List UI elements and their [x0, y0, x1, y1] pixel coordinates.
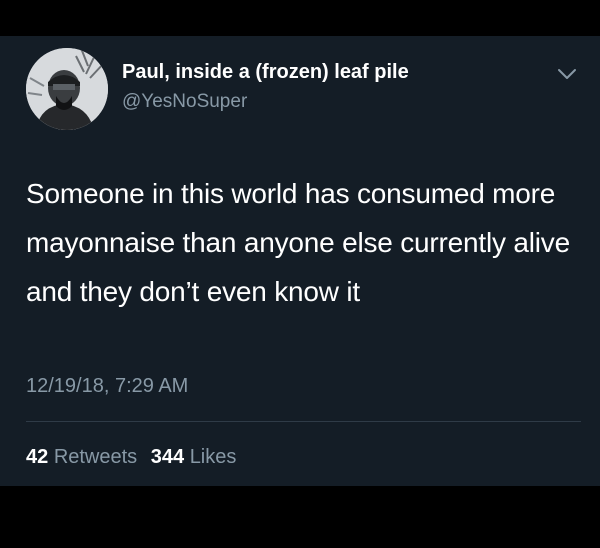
engagement-stats: 42 Retweets 344 Likes: [26, 446, 236, 469]
retweets-count: 42: [26, 446, 49, 468]
retweets-stat[interactable]: 42 Retweets: [26, 446, 137, 469]
tweet-timestamp[interactable]: 12/19/18, 7:29 AM: [26, 375, 188, 398]
likes-count: 344: [150, 446, 185, 468]
avatar-image: [26, 48, 108, 130]
likes-label: Likes: [189, 446, 237, 468]
screenshot-frame: Paul, inside a (frozen) leaf pile @YesNo…: [0, 0, 600, 548]
avatar[interactable]: [26, 48, 108, 130]
likes-stat[interactable]: 344 Likes: [151, 446, 237, 469]
divider: [26, 421, 581, 422]
user-handle[interactable]: @YesNoSuper: [122, 91, 247, 113]
tweet-card: Paul, inside a (frozen) leaf pile @YesNo…: [0, 36, 600, 486]
display-name[interactable]: Paul, inside a (frozen) leaf pile: [122, 61, 409, 84]
chevron-down-icon-glyph: [558, 69, 576, 79]
retweets-label: Retweets: [53, 446, 138, 468]
chevron-down-icon[interactable]: [556, 66, 578, 82]
tweet-text: Someone in this world has consumed more …: [26, 178, 570, 307]
